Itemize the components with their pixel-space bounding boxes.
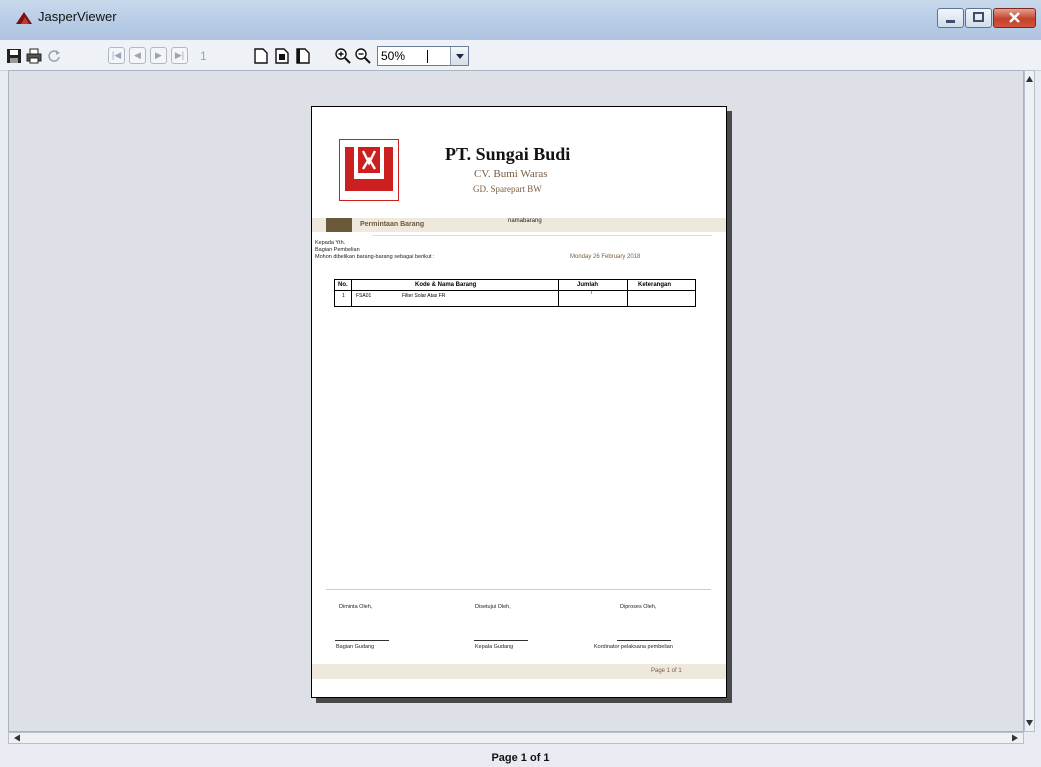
reload-icon[interactable] [46, 48, 62, 64]
vertical-scrollbar[interactable] [1024, 70, 1035, 732]
close-icon [1009, 12, 1020, 23]
fit-page-icon[interactable] [274, 48, 290, 64]
band-field: namabarang [508, 218, 542, 224]
maximize-icon [973, 12, 984, 22]
scroll-right-icon[interactable] [1010, 733, 1020, 743]
cell-code: FSA01 [356, 293, 372, 299]
subsidiary-name: CV. Bumi Waras [474, 168, 548, 180]
requested-by-label: Diminta Oleh, [339, 604, 373, 610]
scroll-down-icon[interactable] [1025, 718, 1034, 728]
header-qty: Jumlah [577, 282, 599, 288]
cell-name: Filter Solar Atas FR [402, 293, 446, 299]
save-icon[interactable] [6, 48, 22, 64]
table-divider [558, 280, 559, 306]
actual-size-icon[interactable] [253, 48, 269, 64]
page-footer-label: Page 1 of 1 [651, 668, 682, 674]
role-warehouse-head: Kepala Gudang [475, 644, 514, 650]
minimize-button[interactable] [937, 8, 964, 28]
role-purchasing: Kordinator pelaksana pembelian [594, 644, 673, 650]
first-page-icon: |◀ [111, 50, 122, 60]
close-button[interactable] [993, 8, 1036, 28]
processed-by-label: Diproses Oleh, [620, 604, 657, 610]
maximize-button[interactable] [965, 8, 992, 28]
next-page-icon: ▶ [155, 50, 162, 60]
header-code-name: Kode & Nama Barang [415, 282, 477, 288]
band-marker [326, 218, 352, 232]
scroll-up-icon[interactable] [1025, 74, 1034, 84]
page-number-field[interactable]: 1 [200, 47, 234, 65]
company-logo [339, 139, 399, 201]
last-page-icon: ▶| [174, 50, 185, 60]
warehouse-name: GD. Sparepart BW [473, 184, 542, 194]
print-icon[interactable] [26, 48, 42, 64]
report-date: Monday 26 February 2018 [570, 254, 641, 260]
header-no: No. [338, 282, 348, 288]
horizontal-scrollbar[interactable] [8, 732, 1024, 744]
signature-line [474, 640, 528, 641]
toolbar: |◀ ◀ ▶ ▶| 1 50% [0, 40, 1041, 71]
approved-by-label: Disetujui Oleh, [475, 604, 511, 610]
addressee-line: Kepada Yth. [315, 240, 346, 246]
cell-no: 1 [342, 293, 345, 299]
first-page-button[interactable]: |◀ [108, 47, 125, 64]
minimize-icon [946, 20, 955, 23]
cell-qty: 7 [590, 290, 593, 296]
report-title: Permintaan Barang [360, 221, 425, 228]
header-note: Keterangan [638, 282, 672, 288]
role-warehouse: Bagian Gudang [336, 644, 375, 650]
divider [372, 235, 712, 236]
fit-width-icon[interactable] [295, 48, 311, 64]
items-table: No. Kode & Nama Barang Jumlah Keterangan… [334, 279, 696, 307]
report-page: PT. Sungai Budi CV. Bumi Waras GD. Spare… [311, 106, 727, 698]
zoom-value[interactable]: 50% [381, 49, 405, 63]
previous-page-button[interactable]: ◀ [129, 47, 146, 64]
next-page-button[interactable]: ▶ [150, 47, 167, 64]
signature-line [617, 640, 671, 641]
status-page-label: Page 1 of 1 [491, 752, 550, 764]
scroll-corner [1024, 732, 1035, 744]
request-line: Mohon dibelikan barang-barang sebagai be… [315, 254, 435, 260]
zoom-in-icon[interactable] [335, 48, 351, 64]
jasper-logo-icon [16, 12, 32, 24]
zoom-dropdown-button[interactable] [450, 47, 468, 65]
table-divider [627, 280, 628, 306]
last-page-button[interactable]: ▶| [171, 47, 188, 64]
previous-page-icon: ◀ [134, 50, 141, 60]
scroll-left-icon[interactable] [12, 733, 22, 743]
zoom-out-icon[interactable] [355, 48, 371, 64]
addressee-department: Bagian Pembelian [315, 247, 360, 253]
window-title: JasperViewer [38, 9, 117, 24]
zoom-combobox[interactable]: 50% [377, 46, 469, 66]
table-divider [351, 280, 352, 306]
text-caret [427, 50, 428, 63]
footer-divider [326, 589, 711, 590]
company-name: PT. Sungai Budi [445, 144, 571, 164]
title-bar: JasperViewer [0, 0, 1041, 40]
signature-line [335, 640, 389, 641]
status-bar: Page 1 of 1 [0, 748, 1041, 767]
